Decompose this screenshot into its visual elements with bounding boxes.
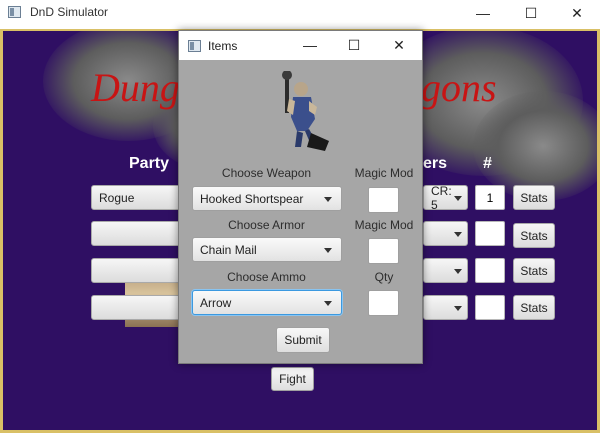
stats-button-3[interactable]: Stats (513, 258, 555, 283)
ammo-select-value: Arrow (200, 295, 232, 310)
armor-select[interactable]: Chain Mail (192, 237, 342, 262)
chevron-down-icon (324, 248, 332, 253)
monster-select-4[interactable] (423, 295, 468, 320)
chevron-down-icon (454, 196, 462, 201)
monster-count-3[interactable] (475, 258, 505, 283)
party-heading: Party (129, 155, 170, 172)
chevron-down-icon (324, 197, 332, 202)
chevron-down-icon (454, 232, 462, 237)
weapon-select-value: Hooked Shortspear (200, 191, 304, 206)
armor-mod-label: Magic Mod (354, 218, 414, 232)
chevron-down-icon (454, 306, 462, 311)
chevron-down-icon (324, 301, 332, 306)
window-titlebar: DnD Simulator — ☐ ✕ (0, 0, 600, 26)
character-sprite-image (282, 71, 329, 151)
title-banner-right: gons (421, 65, 497, 110)
armor-magic-mod-input[interactable] (368, 238, 399, 264)
weapon-mod-label: Magic Mod (354, 166, 414, 180)
monster-select-2[interactable] (423, 221, 468, 246)
party-slot-1[interactable]: Rogue (91, 185, 183, 210)
monster-select-1[interactable]: CR: 5 (423, 184, 468, 212)
submit-button[interactable]: Submit (276, 327, 330, 353)
dialog-app-icon (188, 40, 201, 52)
party-slot-4[interactable] (91, 295, 183, 320)
qty-label: Qty (374, 270, 394, 284)
title-banner-left: Dung (91, 65, 180, 110)
dialog-title: Items (208, 39, 238, 53)
items-dialog: Items — ☐ ✕ Choose Weapon Magic Mod Hook… (178, 30, 423, 364)
weapon-magic-mod-input[interactable] (368, 187, 399, 213)
minimize-button[interactable]: — (460, 0, 506, 26)
dialog-maximize-button[interactable]: ☐ (331, 31, 377, 60)
ammo-qty-input[interactable] (368, 290, 399, 316)
monster-count-1[interactable]: 1 (475, 185, 505, 210)
monsters-heading: ers (423, 155, 448, 172)
dialog-titlebar: Items — ☐ ✕ (179, 31, 422, 60)
maximize-button[interactable]: ☐ (508, 0, 554, 26)
ammo-select[interactable]: Arrow (192, 290, 342, 315)
dialog-minimize-button[interactable]: — (287, 31, 333, 60)
window-title: DnD Simulator (30, 5, 109, 19)
weapon-label: Choose Weapon (221, 166, 312, 180)
party-slot-2[interactable] (91, 221, 183, 246)
app-icon (8, 6, 21, 18)
armor-select-value: Chain Mail (200, 242, 257, 257)
monster-count-4[interactable] (475, 295, 505, 320)
fight-button[interactable]: Fight (271, 367, 314, 391)
party-slot-3[interactable] (91, 258, 183, 283)
stats-button-2[interactable]: Stats (513, 223, 555, 248)
count-heading: # (483, 155, 492, 172)
monster-select-3[interactable] (423, 258, 468, 283)
dialog-close-button[interactable]: ✕ (376, 31, 422, 60)
ammo-label: Choose Ammo (227, 270, 306, 284)
chevron-down-icon (454, 269, 462, 274)
stats-button-4[interactable]: Stats (513, 295, 555, 320)
weapon-select[interactable]: Hooked Shortspear (192, 186, 342, 211)
stats-button-1[interactable]: Stats (513, 185, 555, 210)
armor-label: Choose Armor (228, 218, 305, 232)
monster-count-2[interactable] (475, 221, 505, 246)
close-button[interactable]: ✕ (554, 0, 600, 26)
